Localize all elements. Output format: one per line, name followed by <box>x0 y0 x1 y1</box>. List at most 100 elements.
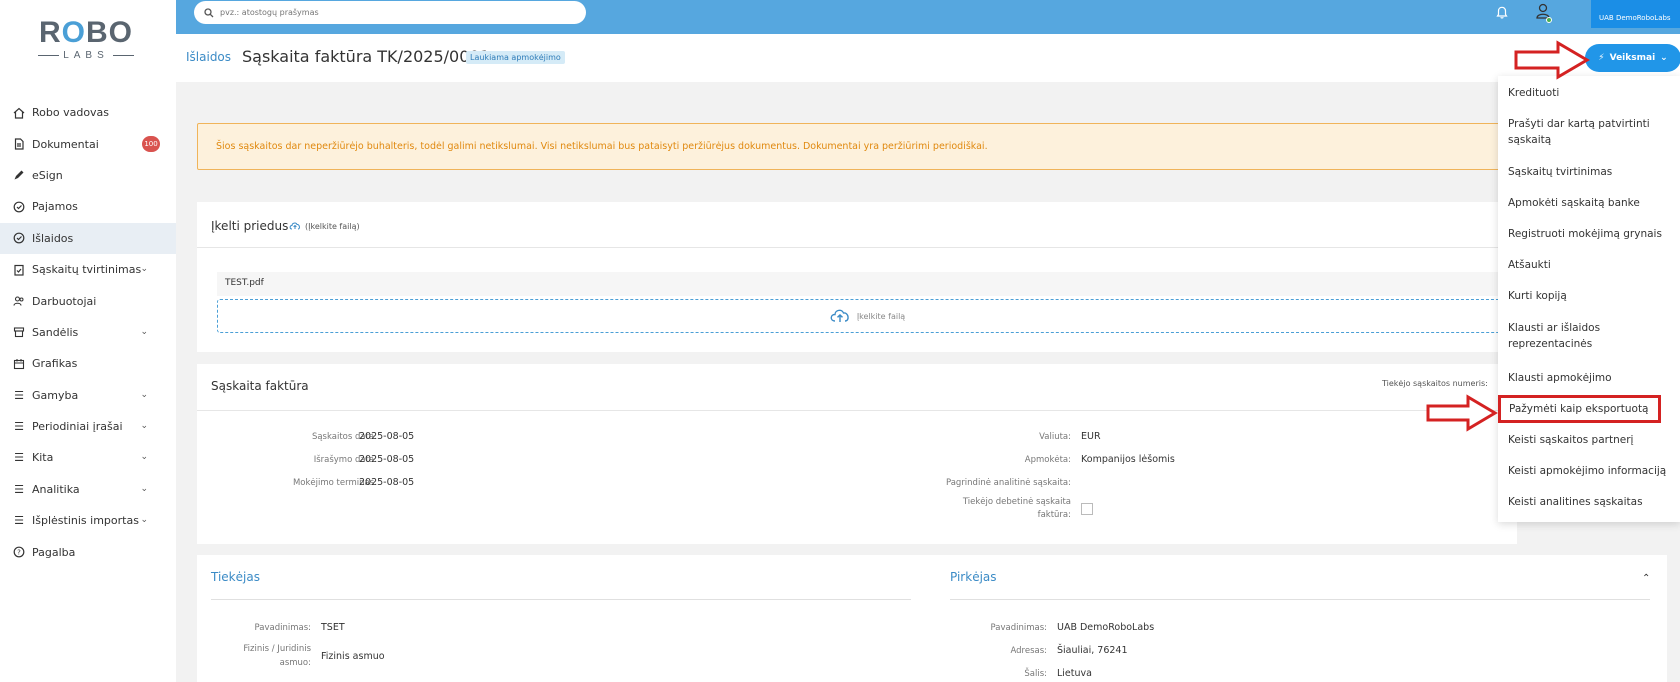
sidebar-item-islaidos[interactable]: Išlaidos <box>0 222 176 254</box>
company-switcher[interactable]: UAB DemoRoboLabs <box>1591 0 1680 28</box>
sidebar: ROBO LABS Robo vadovas Robo vadovasDokum… <box>0 0 176 682</box>
sidebar-item-sandelis[interactable]: Sandėlis ⌄ <box>0 317 176 348</box>
sidebar-item-label: Darbuotojai <box>32 294 97 308</box>
user-icon[interactable] <box>1534 2 1554 24</box>
list-icon: ☰ <box>14 514 24 528</box>
file-name: TEST.pdf <box>225 278 264 288</box>
field-label: Mokėjimo terminas: <box>292 478 377 488</box>
supplier-title: Tiekėjas <box>211 570 260 584</box>
sidebar-item-label: Dokumentai <box>32 137 99 151</box>
menu-item-pay-bank[interactable]: Apmokėti sąskaitą banke <box>1498 195 1680 211</box>
field-value: Šiauliai, 76241 <box>1057 645 1128 656</box>
upload-link-label: (Įkelkite failą) <box>305 222 360 231</box>
menu-item-label: Keisti apmokėjimo informaciją <box>1508 465 1667 477</box>
field-label: Šalis: <box>1024 669 1047 679</box>
list-icon: ☰ <box>14 482 24 496</box>
list-icon: ☰ <box>14 388 24 402</box>
sidebar-item-pajamos[interactable]: Pajamos <box>0 191 176 222</box>
sidebar-item-periodiniai-irasai[interactable]: ☰ Periodiniai įrašai ⌄ <box>0 411 176 442</box>
logo-letter: BO <box>86 16 133 49</box>
menu-item-invoice-approval[interactable]: Sąskaitų tvirtinimas <box>1498 164 1680 180</box>
invoice-date-value: 2025-08-05 <box>359 431 414 442</box>
menu-item-ask-representative[interactable]: Klausti ar išlaidos reprezentacinės <box>1498 320 1680 352</box>
sidebar-item-robo-vadovas[interactable]: Robo vadovas <box>0 97 176 128</box>
menu-item-change-payment-info[interactable]: Keisti apmokėjimo informaciją <box>1498 463 1680 479</box>
currency-value: EUR <box>1081 431 1101 442</box>
sidebar-item-label: Grafikas <box>32 357 78 371</box>
menu-item-change-analytic-accounts[interactable]: Keisti analitines sąskaitas <box>1498 494 1680 510</box>
sidebar-item-label: Išlaidos <box>32 231 74 245</box>
chevron-up-icon[interactable]: ⌃ <box>1642 573 1650 584</box>
sidebar-item-gamyba[interactable]: ☰ Gamyba ⌄ <box>0 380 176 411</box>
invoice-card: Sąskaita faktūra Tiekėjo sąskaitos numer… <box>197 364 1517 544</box>
sidebar-item-esign[interactable]: eSign <box>0 160 176 191</box>
buyer-title: Pirkėjas <box>950 570 997 584</box>
menu-item-label: Apmokėti sąskaitą banke <box>1508 197 1640 209</box>
breadcrumb[interactable]: Išlaidos <box>186 50 231 64</box>
sidebar-item-label: Gamyba <box>32 388 79 402</box>
menu-item-ask-payment[interactable]: Klausti apmokėjimo <box>1498 370 1680 386</box>
search-box[interactable] <box>194 1 586 24</box>
search-input[interactable] <box>220 8 560 17</box>
menu-item-kredituoti[interactable]: Kredituoti <box>1498 85 1680 101</box>
field-label: Tiekėjo debetinė sąskaita <box>962 497 1071 507</box>
sidebar-item-dokumentai[interactable]: Robo vadovasDokumentai100 <box>0 128 176 159</box>
field-value: 2025-08-05 <box>359 431 415 442</box>
field-value: Fizinis asmuo <box>321 651 385 662</box>
help-icon: ? <box>12 545 26 559</box>
sidebar-item-kita[interactable]: ☰ Kita ⌄ <box>0 442 176 473</box>
sidebar-item-label: Pajamos <box>32 200 78 214</box>
attachment-file[interactable]: TEST.pdf <box>217 272 1517 296</box>
upload-link[interactable]: (Įkelkite failą) <box>289 221 360 232</box>
sidebar-item-label: Analitika <box>32 482 80 496</box>
list-icon: ☰ <box>14 451 24 465</box>
annotation-arrow-icon <box>1514 40 1590 80</box>
buyer-address-value: Šiauliai, 76241 <box>1057 645 1128 656</box>
field-label: asmuo: <box>279 658 311 668</box>
sidebar-nav: Robo vadovas Robo vadovasDokumentai100 e… <box>0 97 176 568</box>
menu-item-mark-exported[interactable]: Pažymėti kaip eksportuotą <box>1498 395 1661 423</box>
divider <box>197 247 1517 248</box>
menu-item-cancel[interactable]: Atšaukti <box>1498 257 1680 273</box>
menu-item-change-partner[interactable]: Keisti sąskaitos partnerį <box>1498 432 1680 448</box>
warning-text: Šios sąskaitos dar neperžiūrėjo buhalter… <box>216 141 988 152</box>
menu-item-label: Atšaukti <box>1508 259 1551 271</box>
field-label: Pagrindinė analitinė sąskaita: <box>945 478 1071 488</box>
debit-invoice-checkbox[interactable] <box>1081 503 1093 515</box>
field-value: TSET <box>321 622 345 633</box>
logo-letter: O <box>61 16 86 49</box>
sidebar-item-pagalba[interactable]: ? Pagalba <box>0 536 176 567</box>
sidebar-item-isplestinis-importas[interactable]: ☰ Išplėstinis importas ⌄ <box>0 505 176 536</box>
field-label: Išrašymo data: <box>313 455 377 465</box>
supplier-number-label: Tiekėjo sąskaitos numeris: <box>1382 379 1488 388</box>
sidebar-item-saskaitu-tvirtinimas[interactable]: Sąskaitų tvirtinimas ⌄ <box>0 254 176 285</box>
menu-item-copy[interactable]: Kurti kopiją <box>1498 288 1680 304</box>
upload-dropzone[interactable]: Įkelkite failą <box>217 299 1517 333</box>
menu-item-label: reprezentacinės <box>1508 338 1593 350</box>
sidebar-item-grafikas[interactable]: Grafikas <box>0 348 176 379</box>
sidebar-item-label: Išplėstinis importas <box>32 514 139 528</box>
menu-item-reapprove[interactable]: Prašyti dar kartą patvirtinti sąskaitą <box>1498 116 1680 148</box>
page-header: Išlaidos Sąskaita faktūra TK/2025/0001 L… <box>176 34 1680 82</box>
attachments-card: Įkelti priedus (Įkelkite failą) TEST.pdf… <box>197 202 1517 352</box>
divider <box>211 599 911 600</box>
menu-item-register-cash[interactable]: Registruoti mokėjimą grynais <box>1498 226 1680 242</box>
robolabs-logo[interactable]: ROBO LABS <box>38 18 134 70</box>
logo-letter: R <box>38 16 62 49</box>
invoice-title: Sąskaita faktūra <box>211 379 309 393</box>
menu-item-label: Pažymėti kaip eksportuotą <box>1509 403 1649 415</box>
actions-button[interactable]: ⚡︎ Veiksmai ⌄ <box>1585 44 1680 72</box>
menu-item-label: Kurti kopiją <box>1508 290 1567 302</box>
field-label: Adresas: <box>1010 646 1047 656</box>
sidebar-item-analitika[interactable]: ☰ Analitika ⌄ <box>0 474 176 505</box>
attachments-title: Įkelti priedus <box>211 219 289 233</box>
sidebar-item-darbuotojai[interactable]: Darbuotojai <box>0 285 176 316</box>
divider <box>197 410 1517 411</box>
menu-item-label: Sąskaitų tvirtinimas <box>1508 166 1613 178</box>
menu-item-label: Kredituoti <box>1508 87 1560 99</box>
sidebar-item-label: Sandėlis <box>32 325 79 339</box>
chevron-down-icon: ⌄ <box>1660 53 1668 63</box>
bell-icon[interactable] <box>1494 4 1510 20</box>
field-value: UAB DemoRoboLabs <box>1057 622 1155 633</box>
search-icon <box>204 3 214 22</box>
